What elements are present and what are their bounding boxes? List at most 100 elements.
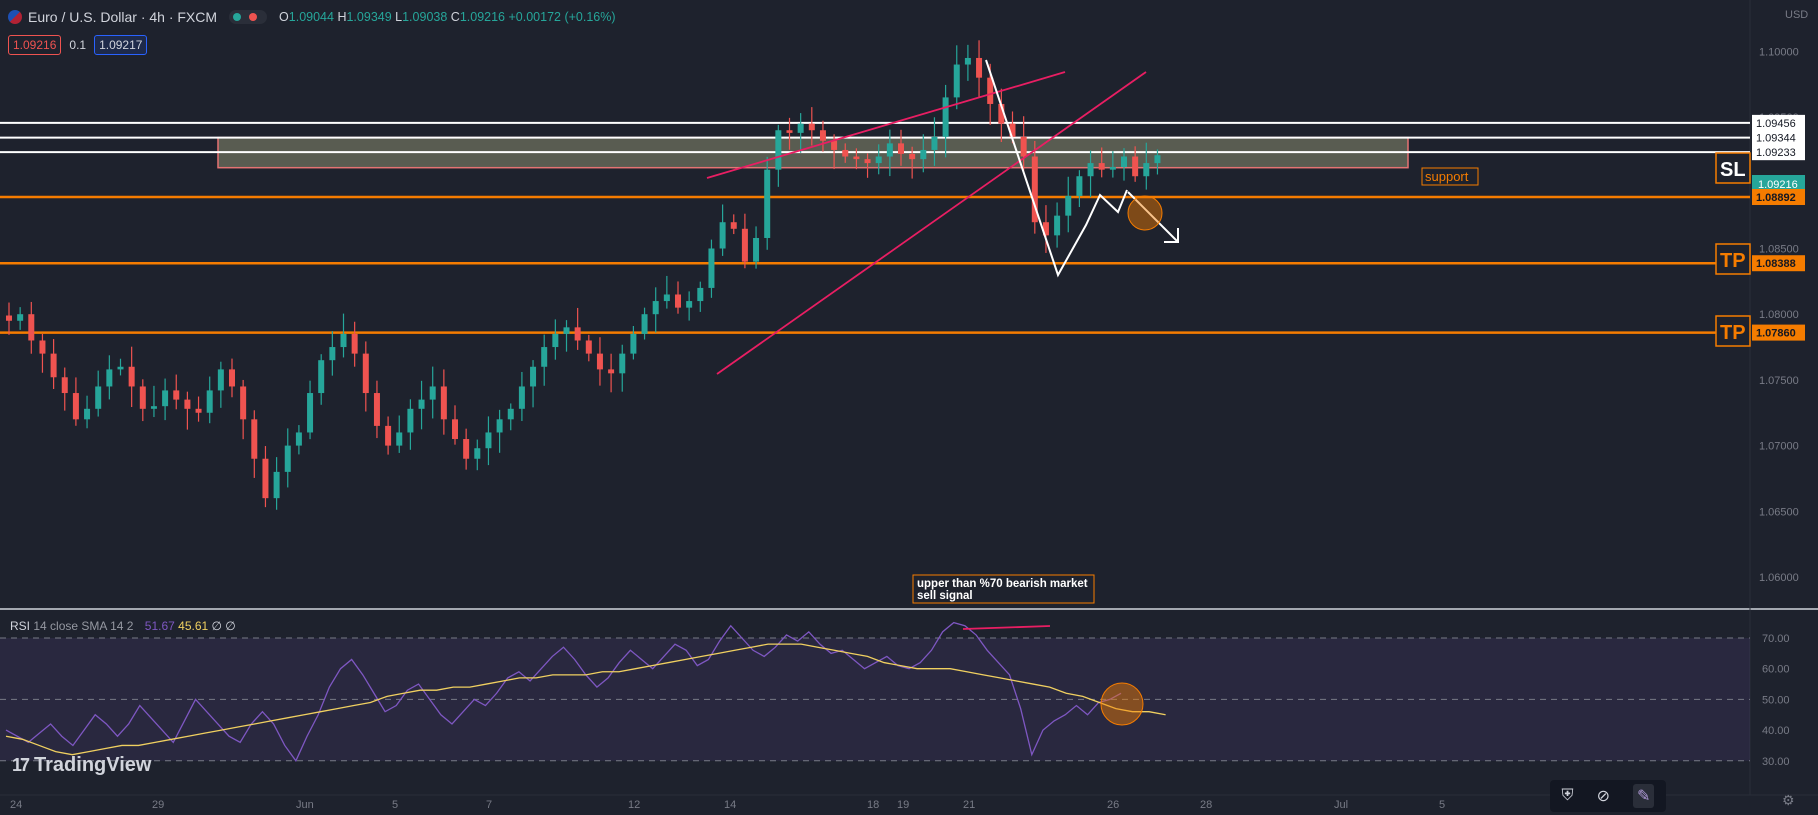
- chart-header: Euro / U.S. Dollar · 4h · FXCM O1.09044 …: [8, 9, 616, 25]
- candle: [730, 222, 737, 229]
- candle: [552, 333, 559, 348]
- bottom-toolbar: ⛨ ⊘ ✎: [1550, 780, 1666, 812]
- shield-lock-icon[interactable]: ⛨: [1562, 787, 1574, 805]
- x-tick-label: 21: [963, 799, 975, 811]
- candle: [741, 228, 748, 262]
- candle: [964, 57, 971, 65]
- candle: [50, 353, 57, 378]
- chart-canvas[interactable]: USD1.100001.095001.090001.085001.080001.…: [0, 0, 1818, 815]
- candle: [753, 237, 760, 262]
- candle: [574, 327, 581, 341]
- candle: [463, 439, 470, 459]
- candle: [608, 369, 615, 374]
- x-tick-label: 19: [897, 799, 909, 811]
- candle: [429, 386, 436, 400]
- candle: [396, 432, 403, 446]
- candle: [150, 406, 157, 409]
- candle: [217, 369, 224, 391]
- candle: [853, 156, 860, 160]
- candle: [240, 386, 247, 420]
- candle: [407, 408, 414, 433]
- x-tick-label: 14: [724, 799, 736, 811]
- sell-price-button[interactable]: 1.09216: [8, 35, 62, 55]
- target-price-label: 1.08388: [1756, 258, 1796, 270]
- candle: [72, 393, 79, 420]
- candle: [942, 97, 949, 137]
- candle: [797, 123, 804, 133]
- candle: [530, 366, 537, 387]
- candle: [474, 448, 481, 459]
- rsi-ma-value: 45.61: [178, 619, 209, 633]
- x-tick-label: 5: [392, 799, 398, 811]
- rsi-extra: ∅ ∅: [211, 619, 236, 633]
- price-axis-tag-label: 1.09344: [1756, 133, 1796, 145]
- candle: [273, 471, 280, 499]
- market-status-pill[interactable]: [229, 10, 268, 24]
- candle: [1020, 136, 1027, 157]
- x-tick-label: 26: [1107, 799, 1119, 811]
- candle: [619, 353, 626, 374]
- candle: [596, 353, 603, 370]
- y-tick-label: 1.08000: [1759, 309, 1799, 321]
- candle: [831, 140, 838, 150]
- eye-off-icon[interactable]: ⊘: [1597, 786, 1610, 806]
- candle: [686, 301, 693, 308]
- rsi-y-tick: 70.00: [1762, 633, 1790, 645]
- candle: [17, 314, 24, 321]
- candle: [251, 419, 258, 459]
- rsi-legend[interactable]: RSI 14 close SMA 14 2 51.67 45.61 ∅ ∅: [10, 619, 236, 633]
- candle: [1154, 155, 1161, 164]
- sl-label: SL: [1720, 159, 1746, 181]
- candle: [641, 314, 648, 334]
- candle: [6, 315, 12, 321]
- candle: [898, 143, 904, 154]
- candle: [864, 159, 871, 164]
- candle: [262, 458, 269, 499]
- buy-price-button[interactable]: 1.09217: [94, 35, 148, 55]
- y-tick-label: 1.06000: [1759, 572, 1799, 584]
- candle: [652, 301, 659, 315]
- candle: [675, 294, 681, 308]
- signal-circle: [1127, 195, 1163, 231]
- candle: [1143, 163, 1150, 177]
- candle: [920, 149, 927, 160]
- currency-label: USD: [1785, 9, 1808, 21]
- candle: [808, 123, 815, 131]
- candle: [875, 156, 882, 164]
- change-value: +0.00172 (+0.16%): [508, 10, 616, 24]
- candle: [842, 149, 849, 157]
- candle: [206, 390, 213, 413]
- support-label: support: [1425, 169, 1469, 184]
- candle: [775, 130, 782, 170]
- main-pane: [0, 0, 1818, 608]
- x-tick-label: Jun: [296, 799, 314, 811]
- candle: [84, 408, 91, 420]
- candle: [507, 408, 514, 420]
- x-tick-label: 18: [867, 799, 879, 811]
- candle: [976, 57, 983, 78]
- candle: [284, 445, 291, 472]
- note-line-2: sell signal: [917, 590, 973, 602]
- rsi-name: RSI: [10, 619, 31, 633]
- candle: [28, 314, 35, 341]
- candle: [340, 333, 347, 348]
- candle: [61, 377, 68, 394]
- candle: [1132, 156, 1139, 177]
- rsi-signal-circle: [1100, 682, 1144, 726]
- gear-icon[interactable]: ⚙: [1782, 792, 1795, 809]
- candle: [1087, 163, 1094, 177]
- candle: [697, 287, 704, 302]
- x-tick-label: 12: [628, 799, 640, 811]
- spread-value: 0.1: [69, 38, 87, 52]
- candle: [953, 64, 960, 98]
- candle: [385, 425, 392, 446]
- candle: [496, 419, 503, 433]
- tradingview-logo-icon: 17: [12, 755, 30, 775]
- y-tick-label: 1.10000: [1759, 46, 1799, 58]
- candle: [1054, 215, 1061, 236]
- brush-icon[interactable]: ✎: [1633, 784, 1655, 808]
- candle: [139, 386, 146, 409]
- candle: [541, 347, 548, 367]
- candle: [95, 386, 102, 409]
- symbol-title[interactable]: Euro / U.S. Dollar · 4h · FXCM: [28, 9, 217, 25]
